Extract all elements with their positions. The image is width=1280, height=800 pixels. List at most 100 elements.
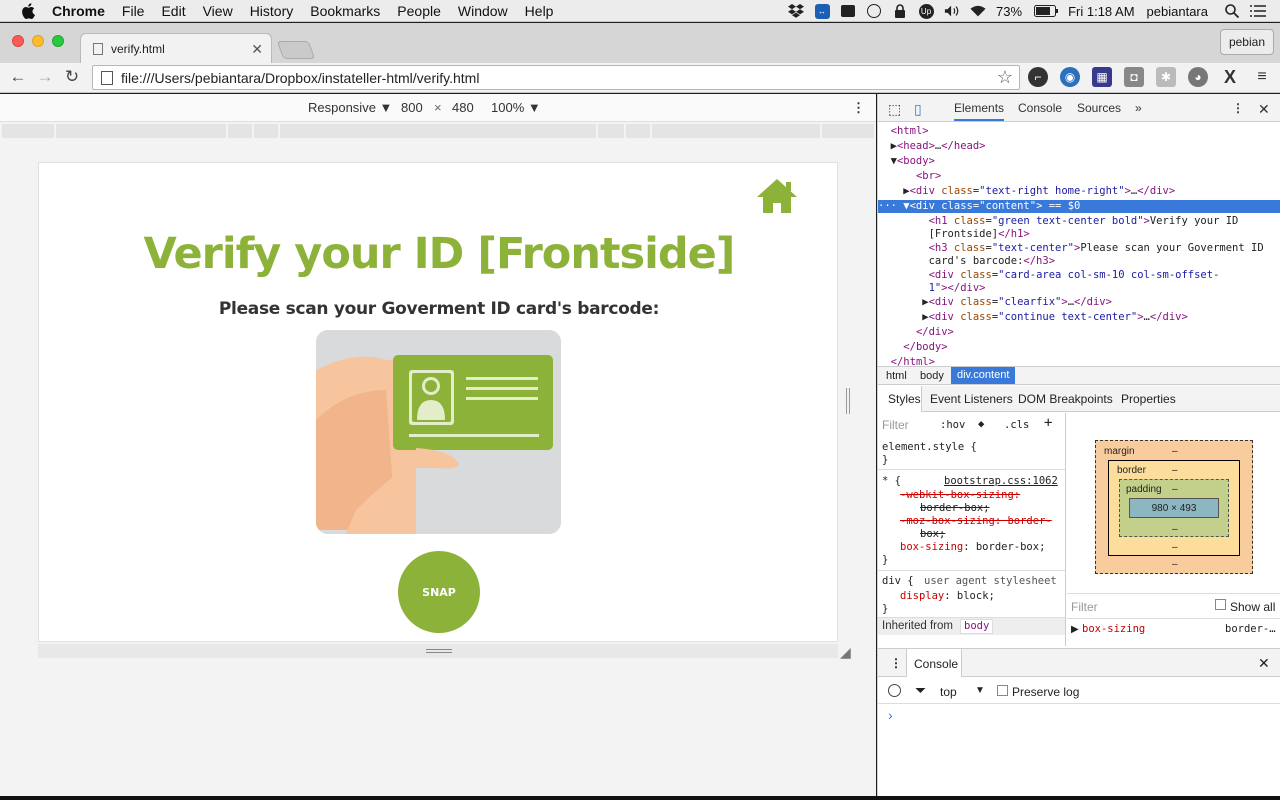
close-tab-icon[interactable]: ✕ bbox=[251, 41, 263, 58]
computed-prop[interactable]: box-sizing bbox=[1082, 623, 1145, 635]
minimize-window-button[interactable] bbox=[32, 35, 44, 47]
profile-button[interactable]: pebian bbox=[1219, 29, 1274, 55]
menu-bookmarks[interactable]: Bookmarks bbox=[310, 3, 380, 19]
element-style-rule[interactable]: element.style { bbox=[882, 441, 977, 454]
close-window-button[interactable] bbox=[12, 35, 24, 47]
menubar-user[interactable]: pebiantara bbox=[1147, 4, 1208, 19]
zoom-window-button[interactable] bbox=[52, 35, 64, 47]
menubar-clock[interactable]: Fri 1:18 AM bbox=[1068, 4, 1134, 19]
subtab-event-listeners[interactable]: Event Listeners bbox=[930, 392, 1013, 406]
reload-icon[interactable]: ↻ bbox=[62, 67, 82, 87]
context-dropdown-icon[interactable]: ▼ bbox=[975, 685, 985, 696]
resize-handle-right[interactable] bbox=[846, 388, 850, 414]
console-prompt[interactable]: › bbox=[888, 707, 893, 723]
subtab-properties[interactable]: Properties bbox=[1121, 392, 1176, 406]
back-arrow-icon[interactable]: ← bbox=[8, 67, 28, 87]
viewport-width-input[interactable]: 800 bbox=[401, 100, 423, 115]
dom-node-head[interactable]: ▶<head>…</head> bbox=[878, 140, 1280, 153]
dom-node-br[interactable]: <br> bbox=[878, 170, 1280, 183]
new-rule-icon[interactable]: + bbox=[1044, 416, 1052, 430]
dom-node-h1[interactable]: <h1 class="green text-center bold">Verif… bbox=[878, 215, 1280, 228]
ghostery-extension-icon[interactable]: ◕ bbox=[1188, 67, 1208, 87]
box-model-padding[interactable]: padding – – 980 × 493 bbox=[1119, 479, 1229, 537]
device-toolbar-more-icon[interactable]: ⋮ bbox=[852, 100, 865, 116]
moz-box-sizing-prop[interactable]: -moz-box-sizing: border- bbox=[900, 515, 1052, 528]
menu-help[interactable]: Help bbox=[525, 3, 554, 19]
address-bar[interactable]: file:///Users/pebiantara/Dropbox/instate… bbox=[92, 65, 1020, 90]
globe-extension-icon[interactable]: ◉ bbox=[1060, 67, 1080, 87]
notification-center-icon[interactable] bbox=[1250, 4, 1266, 18]
close-drawer-icon[interactable]: ✕ bbox=[1258, 655, 1270, 672]
menu-history[interactable]: History bbox=[250, 3, 294, 19]
gear-extension-icon[interactable]: ✱ bbox=[1156, 67, 1176, 87]
battery-icon[interactable] bbox=[1034, 4, 1059, 18]
camera-extension-icon[interactable]: ◘ bbox=[1124, 67, 1144, 87]
bootstrap-source-link[interactable]: bootstrap.css:1062 bbox=[944, 475, 1058, 488]
dropbox-icon[interactable] bbox=[788, 4, 805, 18]
time-machine-icon[interactable] bbox=[866, 4, 882, 18]
computed-filter-input[interactable]: Filter bbox=[1071, 600, 1098, 614]
styles-filter-input[interactable]: Filter bbox=[882, 419, 909, 432]
filter-icon[interactable]: ⏷ bbox=[915, 682, 926, 699]
browser-tab[interactable]: verify.html ✕ bbox=[80, 33, 272, 63]
apple-icon[interactable] bbox=[18, 2, 38, 19]
computed-expand-icon[interactable]: ▶ bbox=[1071, 624, 1079, 635]
breadcrumb-body[interactable]: body bbox=[920, 370, 944, 382]
home-icon[interactable] bbox=[755, 177, 799, 215]
clear-console-icon[interactable] bbox=[888, 684, 901, 697]
menu-window[interactable]: Window bbox=[458, 3, 508, 19]
forward-arrow-icon[interactable]: → bbox=[35, 67, 55, 87]
drawer-menu-icon[interactable]: ⋮ bbox=[890, 656, 902, 670]
tab-elements[interactable]: Elements bbox=[954, 101, 1005, 121]
wifi-icon[interactable] bbox=[970, 4, 986, 18]
resize-corner-icon[interactable]: ◢ bbox=[840, 644, 851, 661]
zoom-select[interactable]: 100% ▼ bbox=[491, 100, 541, 115]
menu-app-chrome[interactable]: Chrome bbox=[52, 3, 105, 19]
tab-sources[interactable]: Sources bbox=[1077, 101, 1121, 115]
context-select[interactable]: top bbox=[940, 685, 957, 699]
subtab-styles[interactable]: Styles bbox=[888, 392, 921, 406]
menu-edit[interactable]: Edit bbox=[161, 3, 185, 19]
display-prop[interactable]: display: block; bbox=[900, 590, 995, 603]
box-model-margin[interactable]: margin – – border – – padding – – 980 × … bbox=[1095, 440, 1253, 574]
inherited-body-tag[interactable]: body bbox=[960, 619, 994, 634]
preserve-log-checkbox[interactable] bbox=[997, 685, 1008, 696]
device-toggle-icon[interactable]: ▯ bbox=[914, 101, 922, 118]
box-sizing-prop[interactable]: box-sizing: border-box; bbox=[900, 541, 1045, 554]
resize-handle-bottom[interactable] bbox=[38, 644, 838, 658]
box-model-border[interactable]: border – – padding – – 980 × 493 bbox=[1108, 460, 1240, 556]
inspect-element-icon[interactable]: ⬚ bbox=[888, 101, 901, 118]
dom-node-content-selected[interactable]: ··· ▼<div class="content"> == $0 bbox=[878, 200, 1280, 213]
display-icon[interactable] bbox=[840, 4, 856, 18]
breadcrumb-div-content[interactable]: div.content bbox=[951, 367, 1016, 384]
teamviewer-icon[interactable]: ↔ bbox=[814, 3, 830, 19]
more-tabs-icon[interactable]: » bbox=[1135, 101, 1142, 115]
tab-console[interactable]: Console bbox=[1018, 101, 1062, 115]
upwork-icon[interactable]: Up bbox=[918, 3, 934, 19]
dom-node-html[interactable]: <html> bbox=[878, 125, 1280, 138]
drawer-tab-console[interactable]: Console bbox=[914, 657, 958, 671]
dom-node-card-area[interactable]: <div class="card-area col-sm-10 col-sm-o… bbox=[878, 269, 1280, 282]
cls-toggle[interactable]: .cls bbox=[1004, 419, 1029, 432]
dom-node-clearfix[interactable]: ▶<div class="clearfix">…</div> bbox=[878, 296, 1280, 309]
x-extension-icon[interactable]: X bbox=[1220, 67, 1240, 87]
devtools-menu-icon[interactable]: ⋮ bbox=[1232, 101, 1244, 115]
menu-people[interactable]: People bbox=[397, 3, 441, 19]
box-model-content[interactable]: 980 × 493 bbox=[1129, 498, 1219, 518]
new-tab-button[interactable] bbox=[276, 41, 316, 59]
breadcrumb-html[interactable]: html bbox=[886, 370, 907, 382]
menu-file[interactable]: File bbox=[122, 3, 145, 19]
media-query-bar[interactable] bbox=[2, 124, 874, 138]
close-devtools-icon[interactable]: ✕ bbox=[1258, 101, 1270, 118]
webkit-box-sizing-prop[interactable]: -webkit-box-sizing: bbox=[900, 489, 1020, 502]
volume-icon[interactable] bbox=[944, 4, 960, 18]
incognito-extension-icon[interactable]: ⌐ bbox=[1028, 67, 1048, 87]
dom-node-home-right[interactable]: ▶<div class="text-right home-right">…</d… bbox=[878, 185, 1280, 198]
bookmark-star-icon[interactable]: ☆ bbox=[997, 67, 1013, 88]
color-format-icon[interactable]: ◆ bbox=[978, 418, 984, 431]
chrome-menu-icon[interactable]: ≡ bbox=[1252, 67, 1272, 87]
spotlight-search-icon[interactable] bbox=[1224, 4, 1240, 18]
snap-button[interactable]: SNAP bbox=[398, 551, 480, 633]
subtab-dom-breakpoints[interactable]: DOM Breakpoints bbox=[1018, 392, 1113, 406]
hov-toggle[interactable]: :hov bbox=[940, 419, 965, 432]
